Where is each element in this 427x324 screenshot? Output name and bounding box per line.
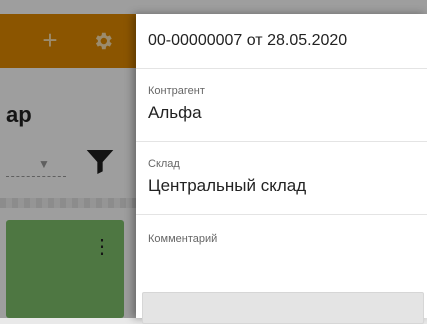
field-value: Центральный склад <box>148 176 307 195</box>
field-label: Склад <box>148 158 180 170</box>
field-label: Комментарий <box>148 233 218 245</box>
document-title: 00-00000007 от 28.05.2020 <box>136 14 427 69</box>
drawer-action-button[interactable] <box>142 292 424 324</box>
field-value: Альфа <box>148 103 202 122</box>
document-drawer: 00-00000007 от 28.05.2020 Контрагент Аль… <box>136 14 427 324</box>
field-counterparty[interactable]: Контрагент Альфа <box>136 69 427 142</box>
field-warehouse[interactable]: Склад Центральный склад <box>136 142 427 215</box>
field-label: Контрагент <box>148 85 205 97</box>
field-comment[interactable]: Комментарий <box>136 215 427 289</box>
